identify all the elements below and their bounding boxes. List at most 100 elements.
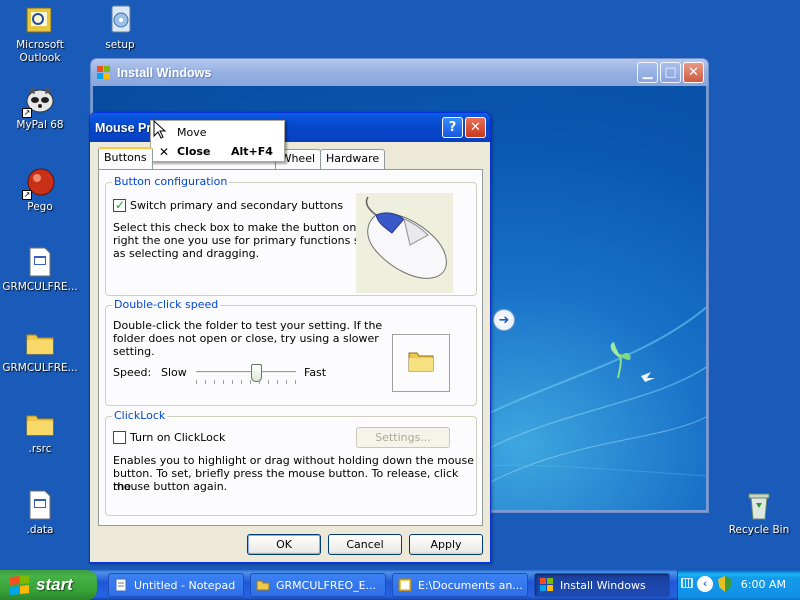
- windows-flag-icon: [540, 578, 554, 592]
- tab-hardware[interactable]: Hardware: [320, 149, 386, 169]
- close-x-icon: ✕: [158, 144, 170, 159]
- cancel-button[interactable]: Cancel: [328, 534, 402, 555]
- folder-icon: [24, 327, 56, 359]
- desktop-icon-label: Outlook: [19, 52, 61, 64]
- buttons-tab-panel: Button configuration Switch primary and …: [98, 169, 483, 526]
- desktop-icon-data[interactable]: .data: [0, 489, 80, 537]
- application-file-icon: [24, 246, 56, 278]
- desktop-icon-rsrc[interactable]: .rsrc: [0, 408, 80, 456]
- desktop-icon-label: GRMCULFRE...: [2, 281, 78, 293]
- maximize-icon: □: [664, 65, 677, 80]
- shortcut-arrow-icon: ↗: [22, 190, 32, 200]
- checkbox-label[interactable]: Switch primary and secondary buttons: [130, 199, 343, 212]
- system-tray: ‹ 6:00 AM: [677, 570, 800, 600]
- menu-item-label: Close: [177, 145, 211, 158]
- desktop-icon-grmculfre-folder[interactable]: GRMCULFRE...: [0, 327, 80, 375]
- slow-label: Slow: [161, 366, 187, 379]
- taskbar-button-notepad[interactable]: Untitled - Notepad: [108, 573, 244, 597]
- install-windows-titlebar[interactable]: Install Windows: [91, 59, 708, 86]
- application-file-icon: [24, 489, 56, 521]
- desktop-icon-outlook[interactable]: Microsoft Outlook: [0, 4, 80, 65]
- windows-flag-icon: [97, 65, 111, 80]
- taskbar: start Untitled - Notepad GRMCULFREO_E...…: [0, 570, 800, 600]
- window-context-menu: Move ✕ Close Alt+F4: [150, 120, 285, 162]
- security-shield-icon[interactable]: [718, 576, 732, 592]
- next-arrow-button[interactable]: ➜: [493, 309, 515, 331]
- expand-tray-button[interactable]: ‹: [697, 576, 713, 592]
- shortcut-arrow-icon: ↗: [22, 108, 32, 118]
- desktop-icon-recycle-bin[interactable]: Recycle Bin: [719, 489, 799, 537]
- speed-slider[interactable]: [196, 363, 296, 385]
- description-line: setting.: [113, 345, 155, 358]
- taskbar-button-label: GRMCULFREO_E...: [276, 578, 377, 592]
- description-line: Select this check box to make the button…: [113, 221, 378, 234]
- slider-track: [196, 371, 296, 374]
- taskbar-button-documents[interactable]: E:\Documents an...: [392, 573, 528, 597]
- window-title: Install Windows: [117, 65, 212, 80]
- taskbar-button-label: Untitled - Notepad: [134, 578, 236, 592]
- desktop-icon-label: Pego: [27, 201, 53, 213]
- clicklock-settings-button[interactable]: Settings...: [356, 427, 450, 448]
- desktop-icon-label: .data: [26, 524, 54, 536]
- minimize-button[interactable]: ▁: [637, 62, 658, 83]
- maximize-button[interactable]: □: [660, 62, 681, 83]
- minimize-icon: ▁: [642, 65, 653, 80]
- description-line: mouse button again.: [113, 480, 228, 493]
- taskbar-button-install-windows[interactable]: Install Windows: [534, 573, 670, 597]
- ok-button[interactable]: OK: [247, 534, 321, 555]
- desktop-icon-label: GRMCULFRE...: [2, 362, 78, 374]
- folder-icon: [408, 352, 434, 372]
- close-icon: ✕: [688, 65, 699, 80]
- desktop-icon-mypal[interactable]: ↗ MyPal 68: [0, 84, 80, 132]
- close-icon: ✕: [470, 120, 481, 135]
- taskbar-button-label: Install Windows: [560, 578, 646, 592]
- group-title: Double-click speed: [112, 298, 221, 311]
- folder-icon: [24, 408, 56, 440]
- desktop-icon-label: setup: [105, 39, 135, 51]
- dialog-title: Mouse Pr: [95, 120, 152, 135]
- close-button[interactable]: ✕: [683, 62, 704, 83]
- apply-button[interactable]: Apply: [409, 534, 483, 555]
- switch-buttons-checkbox[interactable]: [113, 198, 126, 212]
- recycle-bin-icon: [743, 489, 775, 521]
- fast-label: Fast: [304, 366, 327, 379]
- desktop-icon-label: MyPal 68: [16, 119, 64, 131]
- desktop-icon-grmculfre-file[interactable]: GRMCULFRE...: [0, 246, 80, 294]
- start-label: start: [36, 575, 73, 594]
- menu-item-move[interactable]: Move: [151, 123, 284, 142]
- help-button[interactable]: ?: [442, 117, 463, 138]
- mouse-properties-dialog[interactable]: Mouse Pr ? ✕ Buttons Wheel Hardware Butt…: [89, 112, 491, 563]
- notepad-icon: [115, 578, 127, 592]
- dialog-close-button[interactable]: ✕: [465, 117, 486, 138]
- description-line: right the one you use for primary functi…: [113, 234, 380, 247]
- test-folder-area[interactable]: [392, 334, 450, 392]
- description-line: folder does not open or close, try using…: [113, 332, 379, 345]
- slider-thumb[interactable]: [251, 364, 262, 382]
- start-button[interactable]: start: [0, 570, 97, 600]
- clock[interactable]: 6:00 AM: [741, 578, 786, 591]
- desktop-icon-label: Microsoft: [16, 39, 64, 51]
- taskbar-button-folder[interactable]: GRMCULFREO_E...: [250, 573, 386, 597]
- checkbox-label[interactable]: Turn on ClickLock: [130, 431, 225, 444]
- clicklock-checkbox[interactable]: [113, 431, 126, 444]
- setup-icon: [104, 4, 136, 36]
- document-icon: [398, 578, 412, 592]
- group-title: Button configuration: [112, 175, 230, 188]
- menu-item-close[interactable]: ✕ Close Alt+F4: [151, 142, 284, 161]
- slider-ticks: [196, 380, 296, 384]
- desktop-icon-setup[interactable]: setup: [80, 4, 160, 52]
- mouse-illustration: [356, 193, 453, 293]
- keyboard-icon[interactable]: [681, 578, 693, 588]
- desktop-icon-label: .rsrc: [28, 443, 52, 455]
- folder-icon: [256, 580, 270, 591]
- desktop-icon-pego[interactable]: ↗ Pego: [0, 166, 80, 214]
- pego-icon: ↗: [22, 166, 56, 200]
- menu-item-shortcut: Alt+F4: [231, 145, 273, 158]
- speed-label: Speed:: [113, 366, 152, 379]
- help-icon: ?: [448, 120, 457, 135]
- group-title: ClickLock: [112, 409, 168, 422]
- tab-buttons[interactable]: Buttons: [98, 147, 153, 169]
- description-line: Enables you to highlight or drag without…: [113, 454, 475, 467]
- menu-item-label: Move: [177, 126, 207, 139]
- mypal-icon: ↗: [22, 84, 56, 118]
